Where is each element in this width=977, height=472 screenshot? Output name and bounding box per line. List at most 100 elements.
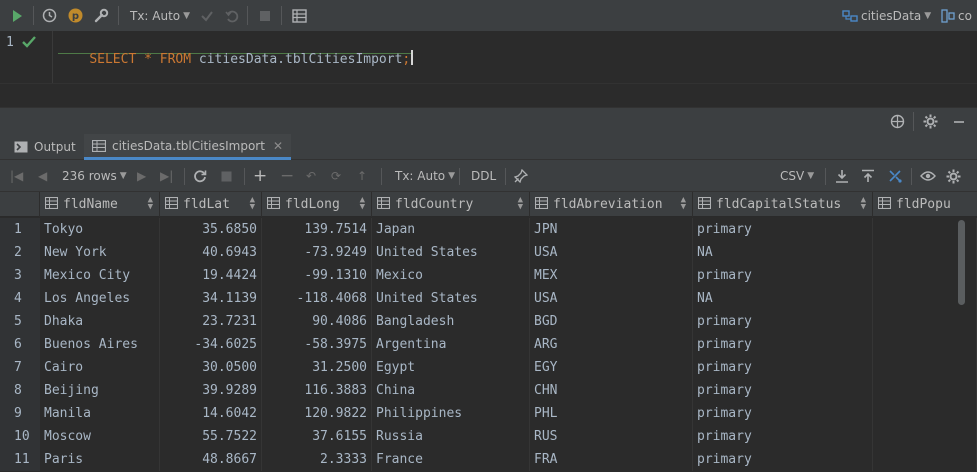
table-cell[interactable]: 19.4424 bbox=[160, 264, 262, 287]
table-cell[interactable] bbox=[873, 310, 977, 333]
stop-icon[interactable] bbox=[221, 160, 232, 192]
pin-icon[interactable] bbox=[514, 160, 528, 192]
sort-icon[interactable]: ▲ ▼ bbox=[360, 196, 365, 212]
table-cell[interactable]: ARG bbox=[530, 333, 693, 356]
revert-icon[interactable]: ↶ bbox=[306, 160, 316, 192]
row-number[interactable]: 9 bbox=[0, 402, 40, 425]
table-cell[interactable] bbox=[873, 379, 977, 402]
table-row[interactable]: 10 Moscow 55.7522 37.6155 Russia RUS primary bbox=[0, 425, 977, 448]
table-cell[interactable]: primary bbox=[693, 379, 873, 402]
table-cell[interactable]: primary bbox=[693, 402, 873, 425]
table-cell[interactable]: NA bbox=[693, 241, 873, 264]
remove-row-icon[interactable]: − bbox=[280, 160, 294, 192]
table-cell[interactable]: Bangladesh bbox=[372, 310, 530, 333]
column-header[interactable]: fldAbreviation ▲ ▼ bbox=[530, 192, 693, 217]
refresh-icon[interactable] bbox=[193, 160, 207, 192]
table-cell[interactable]: 120.9822 bbox=[262, 402, 372, 425]
row-number[interactable]: 1 bbox=[0, 218, 40, 241]
table-cell[interactable]: primary bbox=[693, 264, 873, 287]
table-cell[interactable]: USA bbox=[530, 241, 693, 264]
target-icon[interactable] bbox=[888, 111, 906, 132]
table-cell[interactable]: 23.7231 bbox=[160, 310, 262, 333]
table-view-icon[interactable] bbox=[290, 5, 308, 26]
table-cell[interactable]: France bbox=[372, 448, 530, 471]
table-cell[interactable]: Mexico City bbox=[40, 264, 160, 287]
table-cell[interactable]: Tokyo bbox=[40, 218, 160, 241]
table-cell[interactable]: primary bbox=[693, 448, 873, 471]
table-cell[interactable]: -73.9249 bbox=[262, 241, 372, 264]
query-line[interactable]: SELECT * FROM citiesData.tblCitiesImport… bbox=[58, 34, 414, 67]
download-icon[interactable] bbox=[835, 160, 849, 192]
table-cell[interactable]: United States bbox=[372, 287, 530, 310]
table-row[interactable]: 2 New York 40.6943 -73.9249 United States USA… bbox=[0, 241, 977, 264]
table-cell[interactable]: China bbox=[372, 379, 530, 402]
column-header[interactable]: fldPopu bbox=[873, 192, 977, 217]
submit-icon[interactable]: ⟳ bbox=[331, 160, 341, 192]
table-cell[interactable]: 116.3883 bbox=[262, 379, 372, 402]
compare-icon[interactable] bbox=[887, 160, 903, 192]
table-cell[interactable]: 37.6155 bbox=[262, 425, 372, 448]
table-cell[interactable]: Dhaka bbox=[40, 310, 160, 333]
column-header[interactable]: fldCapitalStatus ▲ ▼ bbox=[693, 192, 873, 217]
row-number[interactable]: 5 bbox=[0, 310, 40, 333]
table-cell[interactable]: -99.1310 bbox=[262, 264, 372, 287]
row-number[interactable]: 8 bbox=[0, 379, 40, 402]
table-row[interactable]: 4 Los Angeles 34.1139 -118.4068 United State… bbox=[0, 287, 977, 310]
table-row[interactable]: 5 Dhaka 23.7231 90.4086 Bangladesh BGD primary bbox=[0, 310, 977, 333]
table-cell[interactable]: 40.6943 bbox=[160, 241, 262, 264]
table-cell[interactable]: United States bbox=[372, 241, 530, 264]
table-cell[interactable]: Moscow bbox=[40, 425, 160, 448]
sql-editor[interactable]: 1 SELECT * FROM citiesData.tblCitiesImpo… bbox=[0, 31, 977, 83]
push-icon[interactable]: ↑ bbox=[357, 160, 367, 192]
table-cell[interactable] bbox=[873, 448, 977, 471]
table-cell[interactable]: Buenos Aires bbox=[40, 333, 160, 356]
sort-icon[interactable]: ▲ ▼ bbox=[861, 196, 866, 212]
table-cell[interactable] bbox=[873, 425, 977, 448]
add-row-icon[interactable]: + bbox=[253, 160, 267, 192]
table-cell[interactable]: primary bbox=[693, 356, 873, 379]
table-cell[interactable]: BGD bbox=[530, 310, 693, 333]
table-cell[interactable]: Argentina bbox=[372, 333, 530, 356]
rows-count-dropdown[interactable]: 236 rows ▼ bbox=[62, 160, 127, 192]
column-header[interactable]: fldName ▲ ▼ bbox=[40, 192, 160, 217]
table-cell[interactable]: -58.3975 bbox=[262, 333, 372, 356]
row-number[interactable]: 11 bbox=[0, 448, 40, 471]
row-number[interactable]: 6 bbox=[0, 333, 40, 356]
table-cell[interactable]: MEX bbox=[530, 264, 693, 287]
table-row[interactable]: 3 Mexico City 19.4424 -99.1310 Mexico MEX prim… bbox=[0, 264, 977, 287]
column-header[interactable]: fldLong ▲ ▼ bbox=[262, 192, 372, 217]
table-cell[interactable]: Manila bbox=[40, 402, 160, 425]
close-icon[interactable]: ✕ bbox=[273, 139, 283, 153]
table-row[interactable]: 6 Buenos Aires -34.6025 -58.3975 Argentina AR… bbox=[0, 333, 977, 356]
column-header[interactable]: fldLat ▲ ▼ bbox=[160, 192, 262, 217]
tab-output[interactable]: Output bbox=[14, 134, 76, 160]
table-cell[interactable]: Mexico bbox=[372, 264, 530, 287]
table-cell[interactable]: primary bbox=[693, 310, 873, 333]
table-cell[interactable]: Paris bbox=[40, 448, 160, 471]
export-format-dropdown[interactable]: CSV ▼ bbox=[780, 160, 814, 192]
table-cell[interactable]: PHL bbox=[530, 402, 693, 425]
gear-icon[interactable] bbox=[946, 160, 961, 192]
eye-icon[interactable] bbox=[920, 160, 936, 192]
table-cell[interactable] bbox=[873, 333, 977, 356]
table-cell[interactable]: 39.9289 bbox=[160, 379, 262, 402]
table-row[interactable]: 7 Cairo 30.0500 31.2500 Egypt EGY primary bbox=[0, 356, 977, 379]
table-cell[interactable]: Japan bbox=[372, 218, 530, 241]
table-row[interactable]: 1 Tokyo 35.6850 139.7514 Japan JPN primary bbox=[0, 218, 977, 241]
connection-selector[interactable]: co bbox=[941, 5, 972, 26]
profile-icon[interactable]: p bbox=[66, 5, 84, 26]
table-cell[interactable]: EGY bbox=[530, 356, 693, 379]
table-cell[interactable]: JPN bbox=[530, 218, 693, 241]
table-row[interactable]: 9 Manila 14.6042 120.9822 Philippines PHL prim… bbox=[0, 402, 977, 425]
vertical-scrollbar[interactable] bbox=[958, 220, 965, 305]
row-number[interactable]: 7 bbox=[0, 356, 40, 379]
table-cell[interactable]: 90.4086 bbox=[262, 310, 372, 333]
upload-icon[interactable] bbox=[861, 160, 875, 192]
table-row[interactable]: 11 Paris 48.8667 2.3333 France FRA primary bbox=[0, 448, 977, 471]
commit-icon[interactable] bbox=[198, 5, 216, 26]
next-page-icon[interactable]: ▶ bbox=[137, 160, 146, 192]
first-page-icon[interactable]: |◀ bbox=[10, 160, 23, 192]
table-cell[interactable]: RUS bbox=[530, 425, 693, 448]
table-cell[interactable]: 35.6850 bbox=[160, 218, 262, 241]
table-cell[interactable]: New York bbox=[40, 241, 160, 264]
